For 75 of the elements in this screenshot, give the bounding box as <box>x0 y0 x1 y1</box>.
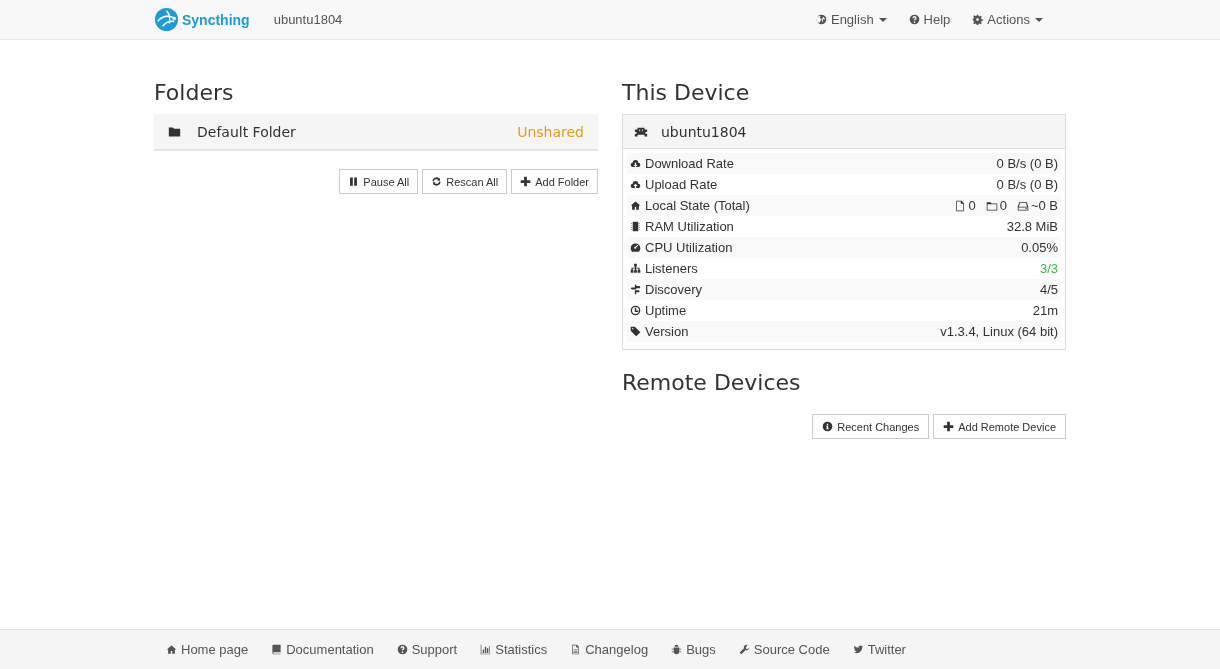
stat-label: CPU Utilization <box>645 240 733 255</box>
book-icon <box>271 644 283 655</box>
cloud-upload-icon <box>630 179 641 190</box>
stat-value: 0 B/s (0 B) <box>996 156 1058 171</box>
stat-label: RAM Utilization <box>645 219 734 234</box>
file-icon <box>954 199 967 212</box>
footer-link[interactable]: Changelog <box>570 642 649 657</box>
stat-value: 21m <box>1032 303 1058 318</box>
stat-label: Download Rate <box>645 156 734 171</box>
stat-value: 4/5 <box>1039 282 1058 297</box>
info-icon <box>822 421 834 432</box>
folder-count: 0 <box>999 198 1007 213</box>
stat-label: Listeners <box>645 261 698 276</box>
clock-icon <box>630 305 641 316</box>
stat-value: 0.05% <box>1021 240 1058 255</box>
stat-value: 3/3 <box>1039 261 1058 276</box>
home-icon <box>166 644 177 655</box>
footer-link[interactable]: Source Code <box>738 642 830 657</box>
nav-menu-item[interactable]: Help <box>897 12 962 27</box>
plus-icon <box>943 421 955 432</box>
tag-icon <box>630 326 641 337</box>
caret-icon <box>878 17 887 22</box>
folder-panel[interactable]: Default Folder Unshared <box>154 114 598 150</box>
help-icon <box>908 14 920 25</box>
folder-icon <box>985 199 998 212</box>
footer-link[interactable]: Bugs <box>671 642 716 657</box>
hard-drive-icon <box>1016 199 1029 212</box>
footer-link[interactable]: Documentation <box>271 642 374 657</box>
logo-icon <box>154 7 179 32</box>
folder-action-button[interactable]: Rescan All <box>422 169 508 194</box>
stat-label: Upload Rate <box>645 177 718 192</box>
help-icon <box>396 644 408 655</box>
chip-icon <box>630 221 641 232</box>
footer-link[interactable]: Support <box>396 642 458 657</box>
footer-link[interactable]: Statistics <box>480 642 548 657</box>
signpost-icon <box>630 284 641 295</box>
wrench-icon <box>738 644 750 655</box>
bar-chart-icon <box>480 644 492 655</box>
sitemap-icon <box>630 263 641 274</box>
section-title: Folders <box>154 80 235 105</box>
folder-action-button[interactable]: Pause All <box>339 169 419 194</box>
nav-menu-item[interactable]: Actions <box>961 12 1054 27</box>
stat-label: Version <box>645 324 689 339</box>
refresh-icon <box>431 176 443 187</box>
remote-action-button[interactable]: Add Remote Device <box>933 414 1066 439</box>
folder-action-button[interactable]: Add Folder <box>511 169 598 194</box>
section-title: Remote Devices <box>622 370 802 395</box>
stat-label: Local State (Total) <box>645 198 750 213</box>
stat-value: v1.3.4, Linux (64 bit) <box>940 324 1058 339</box>
stat-value: 0 B/s (0 B) <box>996 177 1058 192</box>
cloud-download-icon <box>630 158 641 169</box>
nav-menu-item[interactable]: English <box>804 12 898 27</box>
home-icon <box>630 200 641 211</box>
gauge-icon <box>630 242 641 253</box>
bird-icon <box>852 644 864 655</box>
section-title: This Device <box>622 80 751 105</box>
device-name: ubuntu1804 <box>661 123 747 140</box>
stat-label: Discovery <box>645 282 703 297</box>
stat-value: 32.8 MiB <box>1006 219 1058 234</box>
remote-action-button[interactable]: Recent Changes <box>812 414 930 439</box>
stat-label: Uptime <box>645 303 687 318</box>
plus-icon <box>520 176 532 187</box>
device-name: ubuntu1804 <box>273 12 343 27</box>
settings-icon <box>972 14 984 25</box>
bug-icon <box>671 644 683 655</box>
file-count: 0 <box>968 198 976 213</box>
footer-link[interactable]: Home page <box>166 642 249 657</box>
caret-icon <box>1035 17 1043 22</box>
pause-icon <box>348 176 360 187</box>
document-icon <box>570 644 582 655</box>
footer-link[interactable]: Twitter <box>852 642 906 657</box>
folder-icon <box>168 125 181 138</box>
folder-name: Default Folder <box>197 123 296 140</box>
folder-status: Unshared <box>517 123 584 140</box>
total-size: ~0 B <box>1030 198 1058 213</box>
